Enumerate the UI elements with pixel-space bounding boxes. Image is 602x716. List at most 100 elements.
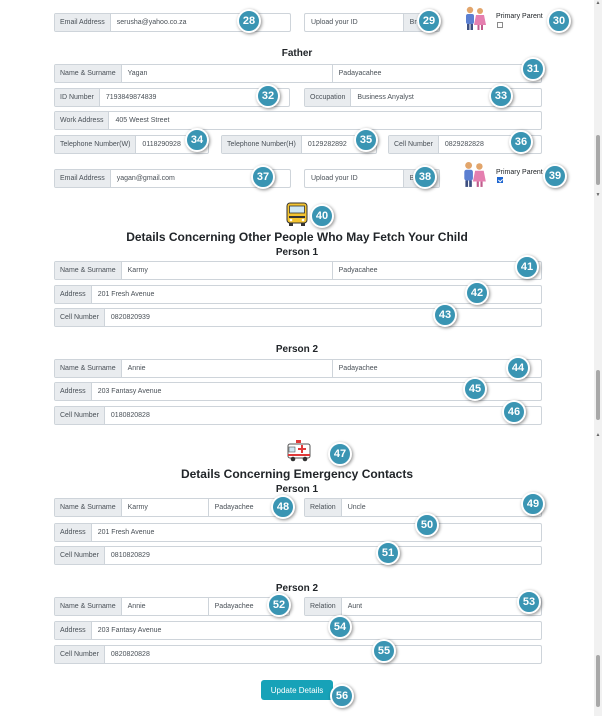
emergency-person2-cell-field[interactable]: 0820820828	[105, 646, 541, 663]
emergency-person2-address-group: Address 203 Fantasy Avenue	[54, 621, 542, 640]
address-label: Address	[55, 383, 92, 400]
annotation-badge: 42	[465, 281, 489, 305]
emergency-person2-address-field[interactable]: 203 Fantasy Avenue	[92, 622, 541, 639]
annotation-badge: 30	[547, 9, 571, 33]
scrollbar-thumb[interactable]	[596, 370, 600, 420]
emergency-person1-cell-group: Cell Number 0810820829	[54, 546, 542, 565]
address-label: Address	[55, 622, 92, 639]
annotation-badge: 53	[517, 590, 541, 614]
father-work-address-field[interactable]: 405 Weest Street	[109, 112, 541, 129]
annotation-badge: 28	[237, 9, 261, 33]
father-heading: Father	[281, 48, 313, 59]
fetch-person1-heading: Person 1	[275, 247, 319, 258]
fetch-person2-cell-field[interactable]: 0180820828	[105, 407, 541, 424]
fetch-person1-cell-group: Cell Number 0820820939	[54, 308, 542, 327]
annotation-badge: 50	[415, 513, 439, 537]
annotation-badge: 54	[328, 615, 352, 639]
emergency-person1-address-group: Address 201 Fresh Avenue	[54, 523, 542, 542]
annotation-badge: 36	[509, 130, 533, 154]
annotation-badge: 52	[267, 593, 291, 617]
annotation-badge: 49	[521, 492, 545, 516]
emergency-person1-name-group: Name & Surname Karmy Padayachee	[54, 498, 290, 517]
father-tel-w-label: Telephone Number(W)	[55, 136, 137, 153]
mother-email-field[interactable]: serusha@yahoo.co.za	[111, 14, 290, 31]
emergency-heading: Details Concerning Emergency Contacts	[180, 467, 414, 481]
fetch-person2-heading: Person 2	[275, 344, 319, 355]
emergency-person1-first-name-field[interactable]: Karmy	[122, 499, 208, 516]
emergency-person2-relation-group: Relation Aunt	[304, 597, 542, 616]
relation-label: Relation	[305, 499, 342, 516]
annotation-badge: 46	[502, 400, 526, 424]
fetch-person1-first-name-field[interactable]: Karmy	[122, 262, 332, 279]
fetch-person2-cell-group: Cell Number 0180820828	[54, 406, 542, 425]
cell-label: Cell Number	[55, 547, 105, 564]
name-label: Name & Surname	[55, 262, 122, 279]
fetch-heading: Details Concerning Other People Who May …	[126, 230, 468, 244]
annotation-badge: 48	[271, 495, 295, 519]
mother-upload-placeholder: Upload your ID	[311, 19, 358, 26]
cell-label: Cell Number	[55, 646, 105, 663]
annotation-badge: 29	[417, 9, 441, 33]
cell-label: Cell Number	[55, 407, 105, 424]
mother-email-label: Email Address	[55, 14, 111, 31]
parents-icon	[466, 6, 486, 30]
annotation-badge: 55	[372, 639, 396, 663]
emergency-person1-heading: Person 1	[275, 484, 319, 495]
mother-primary-parent-checkbox[interactable]	[497, 22, 503, 28]
father-first-name-field[interactable]: Yagan	[122, 65, 332, 82]
annotation-badge: 38	[413, 165, 437, 189]
father-surname-field[interactable]: Padayacahee	[331, 65, 541, 82]
scroll-down-icon[interactable]: ▼	[594, 192, 602, 198]
father-email-label: Email Address	[55, 170, 111, 187]
emergency-person2-first-name-field[interactable]: Annie	[122, 598, 208, 615]
scrollbar[interactable]: ▲ ▼ ▲	[594, 0, 602, 716]
annotation-badge: 35	[354, 128, 378, 152]
scroll-up-icon[interactable]: ▲	[594, 0, 602, 6]
name-label: Name & Surname	[55, 598, 122, 615]
name-label: Name & Surname	[55, 360, 122, 377]
annotation-badge: 33	[489, 84, 513, 108]
father-primary-parent-checkbox[interactable]	[497, 177, 503, 183]
father-id-group: ID Number 7193849874839	[54, 88, 290, 107]
father-name-label: Name & Surname	[55, 65, 122, 82]
annotation-badge: 37	[251, 165, 275, 189]
annotation-badge: 31	[521, 57, 545, 81]
father-occupation-label: Occupation	[305, 89, 352, 106]
update-details-button[interactable]: Update Details	[261, 680, 333, 700]
address-label: Address	[55, 524, 92, 541]
annotation-badge: 45	[463, 377, 487, 401]
ambulance-icon	[287, 440, 311, 462]
father-name-group: Name & Surname Yagan Padayacahee	[54, 64, 542, 83]
emergency-person1-relation-field[interactable]: Uncle	[342, 499, 541, 516]
annotation-badge: 32	[256, 84, 280, 108]
fetch-person2-first-name-field[interactable]: Annie	[122, 360, 332, 377]
emergency-person2-cell-group: Cell Number 0820820828	[54, 645, 542, 664]
mother-primary-parent-label: Primary Parent	[496, 13, 543, 20]
cell-label: Cell Number	[55, 309, 105, 326]
father-upload-placeholder: Upload your ID	[311, 175, 358, 182]
fetch-person1-cell-field[interactable]: 0820820939	[105, 309, 541, 326]
father-primary-parent-label: Primary Parent	[496, 169, 543, 176]
emergency-person1-cell-field[interactable]: 0810820829	[105, 547, 541, 564]
annotation-badge: 44	[506, 356, 530, 380]
scrollbar-thumb[interactable]	[596, 135, 600, 185]
annotation-badge: 40	[310, 204, 334, 228]
annotation-badge: 39	[543, 164, 567, 188]
annotation-badge: 51	[376, 541, 400, 565]
emergency-person2-relation-field[interactable]: Aunt	[342, 598, 541, 615]
name-label: Name & Surname	[55, 499, 122, 516]
father-work-address-label: Work Address	[55, 112, 110, 129]
school-bus-icon	[286, 202, 308, 226]
emergency-person1-address-field[interactable]: 201 Fresh Avenue	[92, 524, 541, 541]
fetch-person1-surname-field[interactable]: Padyacahee	[331, 262, 541, 279]
father-work-address-group: Work Address 405 Weest Street	[54, 111, 542, 130]
address-label: Address	[55, 286, 92, 303]
scrollbar-thumb[interactable]	[596, 655, 600, 707]
annotation-badge: 56	[330, 684, 354, 708]
annotation-badge: 41	[515, 255, 539, 279]
parents-icon	[464, 161, 486, 187]
scroll-up-icon[interactable]: ▲	[594, 432, 602, 438]
fetch-person2-name-group: Name & Surname Annie Padayachee	[54, 359, 542, 378]
annotation-badge: 43	[433, 303, 457, 327]
emergency-person2-name-group: Name & Surname Annie Padayachee	[54, 597, 290, 616]
